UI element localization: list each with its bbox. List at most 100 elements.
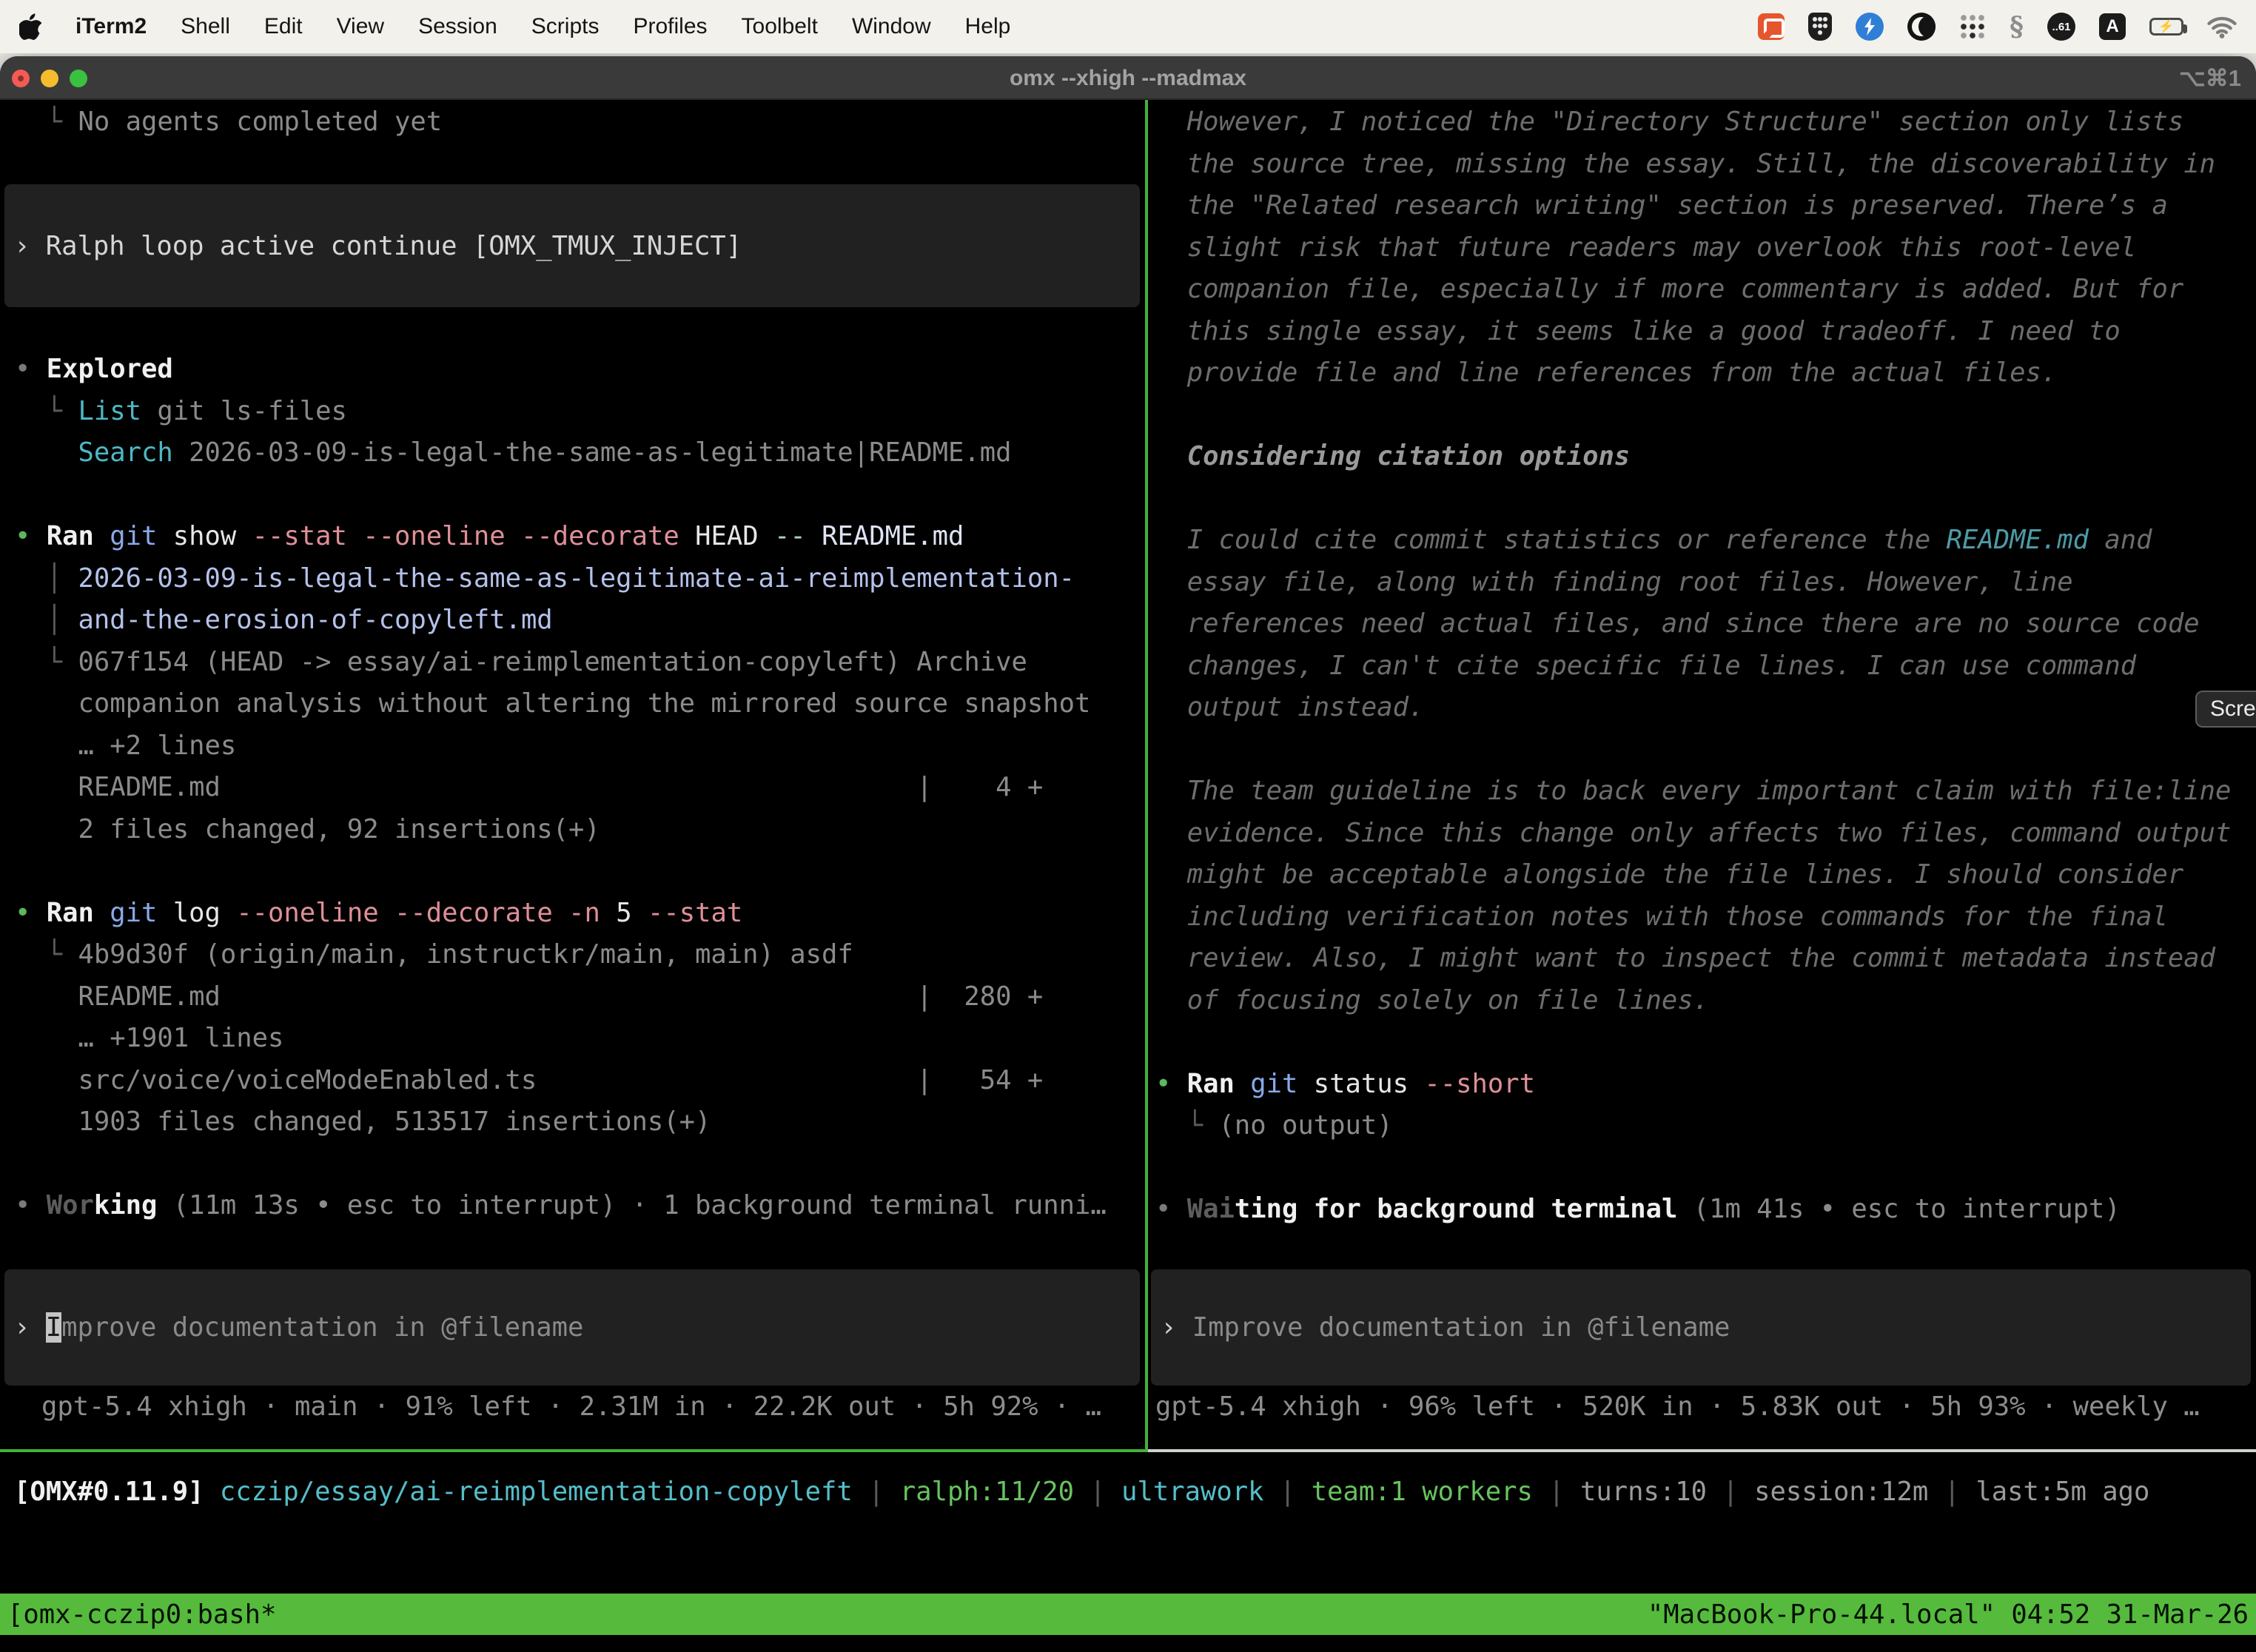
- shield-icon[interactable]: [1808, 13, 1832, 41]
- prompt-chevron: ›: [1161, 1312, 1192, 1343]
- terminal-line: 2 files changed, 92 insertions(+): [15, 809, 1145, 851]
- blank-line: [15, 850, 1145, 893]
- terminal-line: src/voice/voiceModeEnabled.ts | 54 +: [15, 1060, 1145, 1102]
- menu-item-session[interactable]: Session: [418, 14, 497, 39]
- terminal-line: • Working (11m 13s • esc to interrupt) ·…: [15, 1185, 1145, 1227]
- tmux-pane-right[interactable]: However, I noticed the "Directory Struct…: [1148, 100, 2256, 1449]
- window-title: omx --xhigh --madmax: [0, 56, 2256, 100]
- composer-input-right[interactable]: › Improve documentation in @filename: [1151, 1269, 2251, 1386]
- blank-line: [1155, 729, 2256, 771]
- terminal-line: companion file, especially if more comme…: [1155, 269, 2256, 311]
- blank-line: [1155, 478, 2256, 520]
- terminal-line: └ No agents completed yet: [15, 101, 1145, 144]
- menu-item-view[interactable]: View: [337, 14, 384, 39]
- menu-item-scripts[interactable]: Scripts: [531, 14, 600, 39]
- ralph-loop-message: Ralph loop active continue [OMX_TMUX_INJ…: [46, 231, 742, 261]
- ralph-loop-message-box[interactable]: › Ralph loop active continue [OMX_TMUX_I…: [4, 184, 1140, 307]
- terminal-line: output instead.: [1155, 687, 2256, 729]
- s-curve-icon[interactable]: §: [2010, 11, 2024, 42]
- terminal-line: … +2 lines: [15, 725, 1145, 768]
- menu-item-window[interactable]: Window: [852, 14, 931, 39]
- menu-item-help[interactable]: Help: [965, 14, 1011, 39]
- sync-app-icon[interactable]: [1856, 13, 1884, 41]
- prompt-chevron: ›: [14, 1312, 46, 1343]
- terminal-line: references need actual files, and since …: [1155, 603, 2256, 645]
- terminal-line: However, I noticed the "Directory Struct…: [1155, 101, 2256, 144]
- input-source-icon[interactable]: A: [2099, 13, 2126, 40]
- terminal-line: └ List git ls-files: [15, 391, 1145, 433]
- terminal-line: │ and-the-erosion-of-copyleft.md: [15, 600, 1145, 642]
- menu-item-edit[interactable]: Edit: [264, 14, 303, 39]
- tmux-pane-left[interactable]: └ No agents completed yet › Ralph loop a…: [0, 100, 1145, 1449]
- terminal-line: … +1901 lines: [15, 1018, 1145, 1060]
- iterm2-window: omx --xhigh --madmax ⌥⌘1 └ No agents com…: [0, 56, 2256, 1652]
- wifi-icon[interactable]: [2207, 15, 2237, 38]
- terminal-line: • Explored: [15, 349, 1145, 391]
- omx-status-pane: [OMX#0.11.9] cczip/essay/ai-reimplementa…: [0, 1452, 2256, 1594]
- apple-icon[interactable]: [19, 13, 41, 40]
- blank-line: [1155, 394, 2256, 437]
- terminal-line: The team guideline is to back every impo…: [1155, 770, 2256, 813]
- terminal-line: I could cite commit statistics or refere…: [1155, 520, 2256, 562]
- crescent-app-icon[interactable]: [1907, 13, 1936, 41]
- terminal-line: this single essay, it seems like a good …: [1155, 311, 2256, 353]
- screen-overlay-tooltip[interactable]: Scre: [2195, 691, 2256, 728]
- terminal-line: README.md | 280 +: [15, 976, 1145, 1018]
- terminal-line: README.md | 4 +: [15, 767, 1145, 809]
- menu-item-toolbelt[interactable]: Toolbelt: [742, 14, 818, 39]
- terminal-line: review. Also, I might want to inspect th…: [1155, 938, 2256, 980]
- agent-transcript-left: • Explored └ List git ls-files Search 20…: [0, 349, 1145, 1227]
- session-status-left: gpt-5.4 xhigh · main · 91% left · 2.31M …: [41, 1386, 1101, 1428]
- agent-summary-lines: └ No agents completed yet: [0, 101, 1145, 144]
- battery-icon[interactable]: ⚡: [2149, 18, 2183, 36]
- chat-app-icon[interactable]: [1758, 13, 1785, 40]
- menu-item-profiles[interactable]: Profiles: [633, 14, 707, 39]
- composer-text: Improve documentation in @filename: [1192, 1312, 1730, 1343]
- terminal-line: └ 4b9d30f (origin/main, instructkr/main,…: [15, 934, 1145, 976]
- menu-item-iterm2[interactable]: iTerm2: [75, 14, 147, 39]
- terminal-line: Search 2026-03-09-is-legal-the-same-as-l…: [15, 432, 1145, 474]
- blank-line: [15, 474, 1145, 517]
- terminal-line: evidence. Since this change only affects…: [1155, 813, 2256, 855]
- terminal-line: [OMX#0.11.9] cczip/essay/ai-reimplementa…: [14, 1471, 2149, 1514]
- agent-transcript-right: However, I noticed the "Directory Struct…: [1148, 101, 2256, 1231]
- menu-status-icons: § ..61 A ⚡: [1758, 11, 2237, 42]
- composer-input-left[interactable]: › Improve documentation in @filename: [4, 1269, 1140, 1386]
- terminal-line: companion analysis without altering the …: [15, 683, 1145, 725]
- blank-line: [1155, 1147, 2256, 1189]
- terminal-line: └ 067f154 (HEAD -> essay/ai-reimplementa…: [15, 642, 1145, 684]
- terminal-line: of focusing solely on file lines.: [1155, 980, 2256, 1022]
- terminal-line: 1903 files changed, 513517 insertions(+): [15, 1101, 1145, 1144]
- terminal-line: including verification notes with those …: [1155, 896, 2256, 939]
- terminal-line: might be acceptable alongside the file l…: [1155, 854, 2256, 896]
- terminal-line: • Ran git show --stat --oneline --decora…: [15, 516, 1145, 558]
- terminal-line: the source tree, missing the essay. Stil…: [1155, 144, 2256, 186]
- window-title-bar[interactable]: omx --xhigh --madmax ⌥⌘1: [0, 56, 2256, 100]
- overflow-count-badge[interactable]: ..61: [2047, 13, 2075, 41]
- terminal-content: └ No agents completed yet › Ralph loop a…: [0, 100, 2256, 1652]
- tmux-session-label: [omx-cczip0:bash*: [7, 1599, 276, 1630]
- terminal-line: the "Related research writing" section i…: [1155, 185, 2256, 227]
- terminal-line: essay file, along with finding root file…: [1155, 562, 2256, 604]
- composer-text: mprove documentation in @filename: [61, 1312, 583, 1343]
- terminal-line: • Ran git log --oneline --decorate -n 5 …: [15, 893, 1145, 935]
- prompt-chevron: ›: [14, 231, 46, 261]
- blank-line: [1155, 1021, 2256, 1064]
- session-status-right: gpt-5.4 xhigh · 96% left · 520K in · 5.8…: [1155, 1386, 2200, 1428]
- terminal-line: • Ran git status --short: [1155, 1064, 2256, 1106]
- omx-status-line: [OMX#0.11.9] cczip/essay/ai-reimplementa…: [14, 1471, 2149, 1514]
- terminal-line: slight risk that future readers may over…: [1155, 227, 2256, 269]
- text-cursor: I: [46, 1312, 61, 1343]
- terminal-line: changes, I can't cite specific file line…: [1155, 645, 2256, 688]
- blank-line: [15, 1144, 1145, 1186]
- tmux-status-bar: [omx-cczip0:bash* "MacBook-Pro-44.local"…: [0, 1594, 2256, 1635]
- dots-grid-icon[interactable]: [1959, 13, 1986, 40]
- terminal-line: • Waiting for background terminal (1m 41…: [1155, 1189, 2256, 1231]
- macos-menu-bar: iTerm2 Shell Edit View Session Scripts P…: [0, 0, 2256, 53]
- menu-item-shell[interactable]: Shell: [181, 14, 230, 39]
- terminal-line: │ 2026-03-09-is-legal-the-same-as-legiti…: [15, 558, 1145, 600]
- terminal-line: Considering citation options: [1155, 436, 2256, 478]
- terminal-line: provide file and line references from th…: [1155, 352, 2256, 394]
- terminal-line: └ (no output): [1155, 1105, 2256, 1147]
- tmux-host-clock: "MacBook-Pro-44.local" 04:52 31-Mar-26: [1648, 1599, 2249, 1630]
